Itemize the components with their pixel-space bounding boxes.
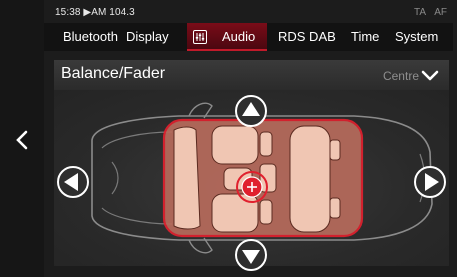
balance-fader-panel: Balance/Fader Centre <box>54 60 449 271</box>
tab-rds-dab[interactable]: RDS DAB <box>278 23 336 51</box>
ta-indicator: TA <box>413 7 426 18</box>
chevron-down-icon[interactable] <box>421 69 439 83</box>
screen-frame: 15:38 ▶AM 104.3 TA AF Bluetooth Display … <box>0 0 457 277</box>
fader-rear-button[interactable] <box>234 238 268 272</box>
panel-header: Balance/Fader Centre <box>54 60 449 90</box>
radio-source: AM 104.3 <box>91 7 135 18</box>
af-indicator: AF <box>434 7 447 18</box>
arrow-down-icon <box>235 239 267 271</box>
arrow-up-icon <box>235 95 267 127</box>
balance-right-button[interactable] <box>413 165 447 199</box>
tab-time[interactable]: Time <box>351 23 379 51</box>
status-bar: 15:38 ▶AM 104.3 TA AF <box>44 4 453 20</box>
tab-bluetooth[interactable]: Bluetooth <box>63 23 118 51</box>
chevron-left-icon <box>16 130 28 150</box>
status-indicators: TA AF <box>408 7 447 18</box>
tab-audio[interactable]: Audio <box>187 23 267 51</box>
panel-title: Balance/Fader <box>61 65 166 82</box>
tab-bar: Bluetooth Display Audio RDS DAB Time Sys… <box>44 23 453 51</box>
left-rail <box>0 0 44 277</box>
clock: 15:38 <box>55 7 81 18</box>
tab-audio-label: Audio <box>222 29 256 44</box>
equalizer-icon <box>193 30 207 44</box>
arrow-left-icon <box>57 166 89 198</box>
position-dropdown-label[interactable]: Centre <box>383 69 419 83</box>
balance-left-button[interactable] <box>56 165 90 199</box>
status-left: 15:38 ▶AM 104.3 <box>55 7 135 18</box>
fader-front-button[interactable] <box>234 94 268 128</box>
car-stage <box>54 90 449 271</box>
arrow-right-icon <box>414 166 446 198</box>
tab-display[interactable]: Display <box>126 23 169 51</box>
back-button[interactable] <box>10 128 34 152</box>
tab-system[interactable]: System <box>395 23 438 51</box>
